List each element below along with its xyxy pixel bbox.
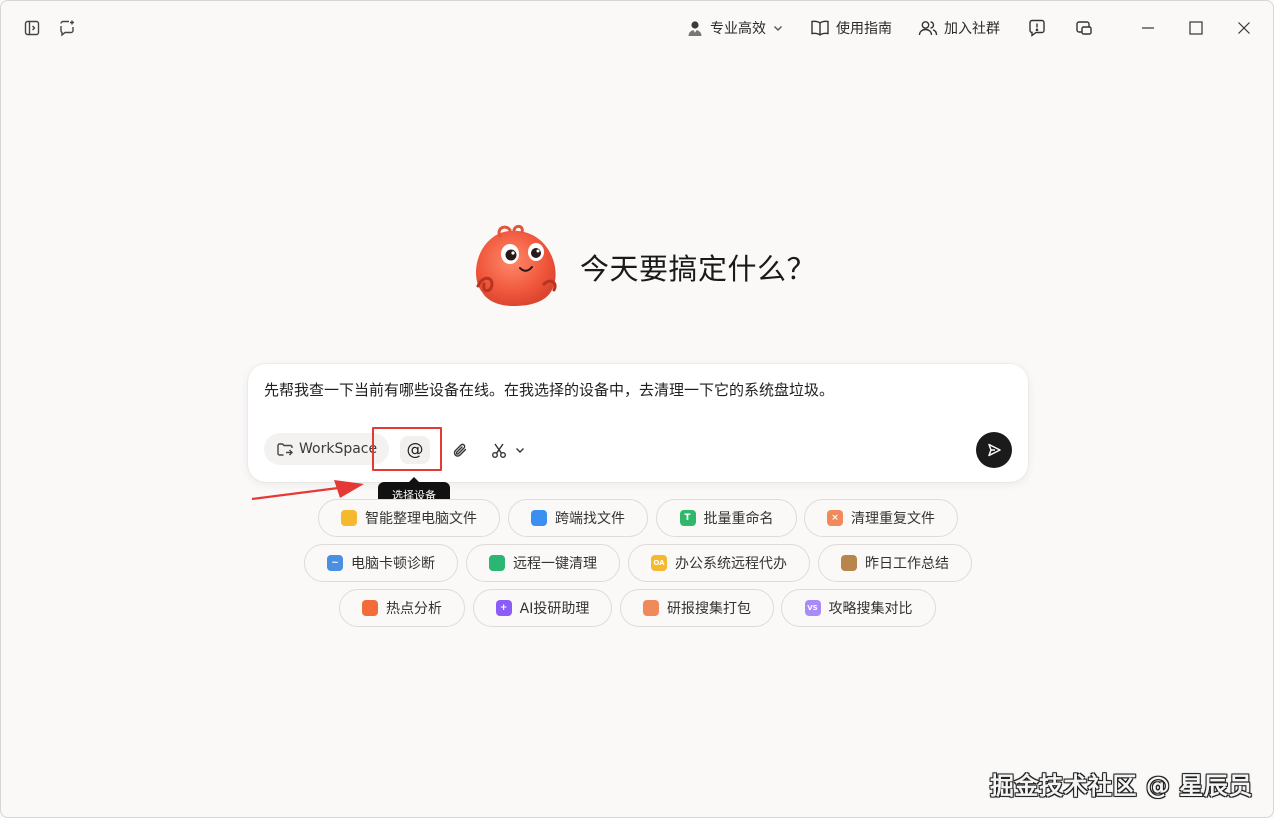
book-icon [811,20,829,36]
guide-link[interactable]: 使用指南 [810,14,892,42]
feedback-icon[interactable] [1025,16,1049,40]
page-title: 今天要搞定什么？ [580,252,817,286]
scissors-icon [492,443,506,458]
pip-icon[interactable] [1072,16,1096,40]
chevron-down-icon [516,448,524,453]
suggestion-label: 跨端找文件 [555,511,625,527]
suggestion-label: 昨日工作总结 [865,556,949,572]
minimize-icon [1142,27,1154,29]
briefcase-icon [841,555,857,571]
suggestion-label: 远程一键清理 [513,556,597,572]
compare-icon: VS [804,600,821,616]
suggestion-label: 智能整理电脑文件 [365,511,477,527]
title-bar: 专业高效 使用指南 加入社群 [0,0,1274,56]
maximize-button[interactable] [1181,14,1211,42]
suggestion-chip[interactable]: 跨端找文件 [508,499,648,537]
chat-input-card: 先帮我查一下当前有哪些设备在线。在我选择的设备中，去清理一下它的系统盘垃圾。 W… [248,364,1028,482]
rename-icon: T [679,510,696,526]
suggestion-chip[interactable]: 研报搜集打包 [620,589,774,627]
send-button[interactable] [976,432,1012,468]
suggestion-label: 批量重命名 [703,511,774,527]
join-community-link[interactable]: 加入社群 [918,14,1000,42]
workspace-label: WorkSpace [299,441,378,457]
paperclip-icon [453,443,467,457]
suggestion-chip[interactable]: + AI投研助理 [473,589,612,627]
suggestion-chip[interactable]: × 清理重复文件 [804,499,958,537]
duplicate-clean-icon: × [827,510,843,526]
suggestion-label: 热点分析 [386,601,442,617]
workspace-icon [277,443,293,456]
package-icon [643,600,659,616]
suggestion-label: 电脑卡顿诊断 [351,556,435,572]
community-label: 加入社群 [944,21,1000,37]
fire-icon [362,600,378,616]
mention-device-button[interactable]: @ [400,436,430,464]
user-avatar-icon [688,21,702,36]
screenshot-tool-button[interactable] [490,438,526,462]
guide-label: 使用指南 [836,21,892,37]
mode-selector[interactable]: 专业高效 [686,14,784,42]
suggestion-chip[interactable]: 昨日工作总结 [818,544,972,582]
suggestion-label: AI投研助理 [519,601,590,617]
suggestion-chip[interactable]: 智能整理电脑文件 [318,499,500,537]
suggestion-label: 办公系统远程代办 [675,556,787,572]
suggestion-chip[interactable]: T 批量重命名 [656,499,797,537]
chat-input[interactable]: 先帮我查一下当前有哪些设备在线。在我选择的设备中，去清理一下它的系统盘垃圾。 [264,380,1004,400]
people-icon [918,21,938,36]
suggestion-label: 攻略搜集对比 [828,601,913,617]
minimize-button[interactable] [1133,14,1163,42]
search-file-icon [531,510,547,526]
sidebar-toggle-icon[interactable] [20,16,44,40]
broom-icon [489,555,505,571]
close-icon [1238,22,1250,34]
mascot-logo [476,224,557,306]
close-button[interactable] [1229,14,1259,42]
suggestion-label: 研报搜集打包 [667,601,751,617]
attach-button[interactable] [448,438,472,462]
oa-icon: OA [651,555,667,571]
suggestion-chip[interactable]: 远程一键清理 [466,544,620,582]
send-icon [988,443,1001,457]
suggestion-chip[interactable]: OA 办公系统远程代办 [628,544,810,582]
folder-icon [341,510,357,526]
chevron-down-icon [774,26,782,31]
new-chat-icon[interactable] [55,16,79,40]
watermark: 掘金技术社区 @ 星辰员 [990,772,1253,800]
workspace-button[interactable]: WorkSpace [264,433,390,465]
at-icon: @ [406,440,424,460]
maximize-icon [1189,21,1203,35]
sparkle-icon: + [495,600,512,616]
mode-label: 专业高效 [710,21,766,37]
suggestion-chip[interactable]: ~ 电脑卡顿诊断 [304,544,458,582]
suggestion-chip[interactable]: VS 攻略搜集对比 [781,589,936,627]
suggestion-label: 清理重复文件 [851,511,935,527]
suggestion-chip[interactable]: 热点分析 [339,589,465,627]
monitor-icon: ~ [327,555,343,571]
